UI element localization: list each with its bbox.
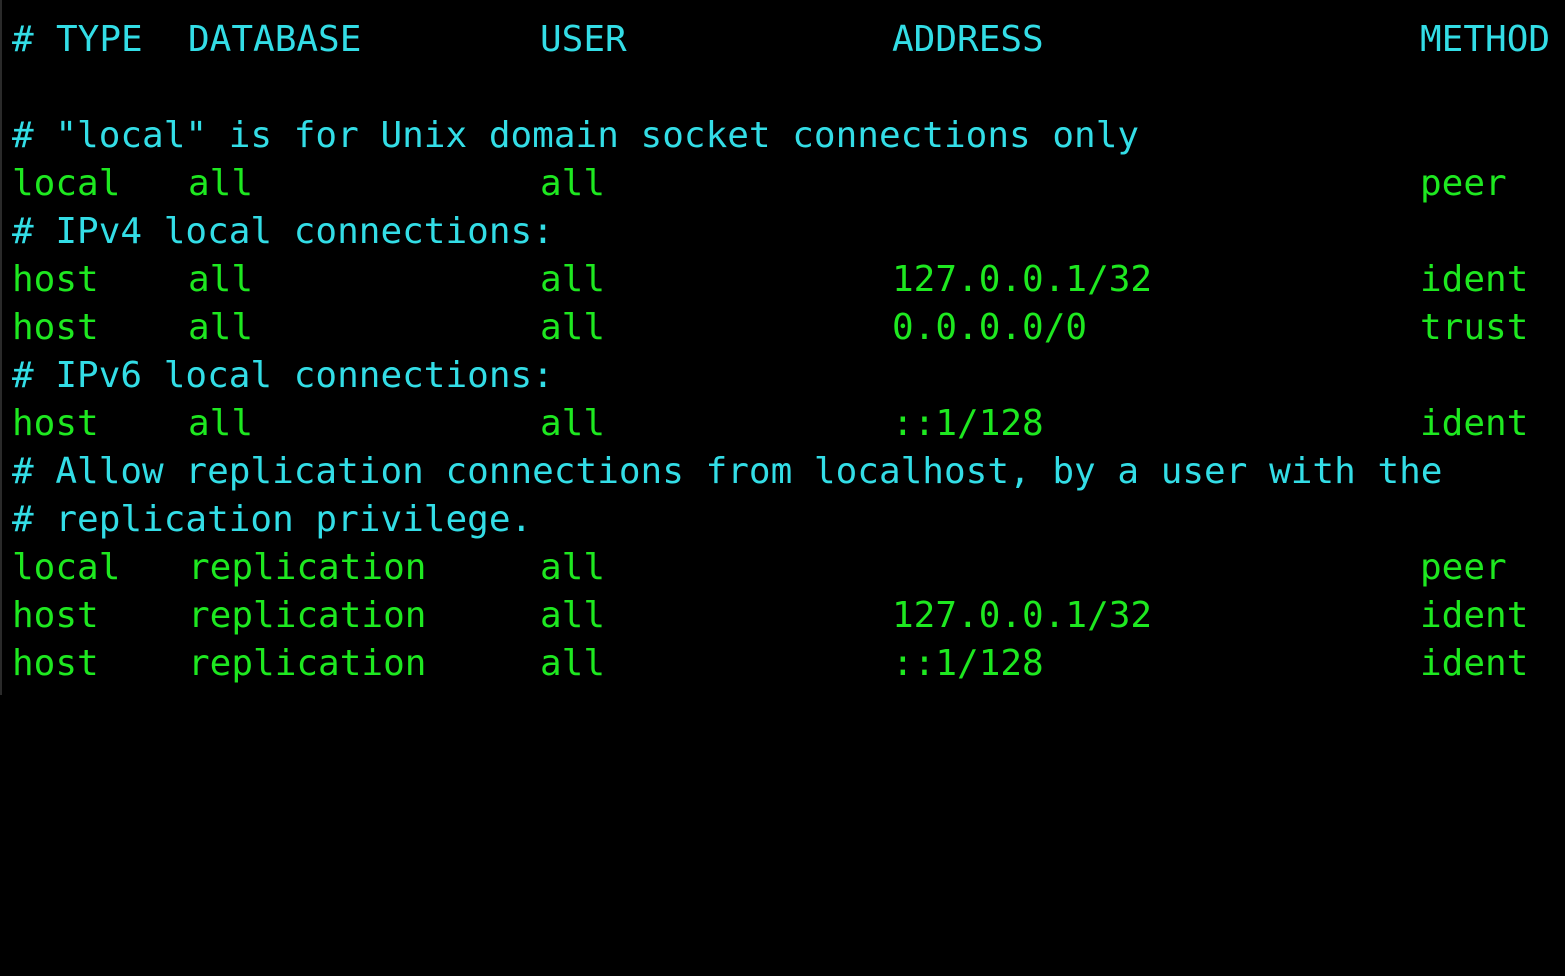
comment-ipv4: # IPv4 local connections:	[12, 211, 554, 252]
entry-database: all	[188, 259, 254, 300]
config-entry: local all all peer	[12, 160, 1562, 208]
header-address: ADDRESS	[892, 19, 1044, 60]
entry-database: replication	[188, 547, 427, 588]
entry-database: replication	[188, 643, 427, 684]
config-entry: host all all 127.0.0.1/32 ident	[12, 256, 1562, 304]
entry-type: local	[12, 163, 121, 204]
comment-replication-1: # Allow replication connections from loc…	[12, 451, 1443, 492]
entry-method: ident	[1420, 643, 1529, 684]
config-entry: host all all ::1/128 ident	[12, 400, 1562, 448]
entry-type: host	[12, 403, 99, 444]
entry-type: host	[12, 595, 99, 636]
terminal-window[interactable]: # TYPE DATABASE USER ADDRESS METHOD # "l…	[0, 0, 1565, 695]
entry-type: host	[12, 259, 99, 300]
header-database: DATABASE	[188, 19, 362, 60]
config-entry: local replication all peer	[12, 544, 1562, 592]
entry-database: all	[188, 307, 254, 348]
header-hash: #	[12, 19, 34, 60]
entry-address: ::1/128	[892, 643, 1044, 684]
config-entry: host replication all 127.0.0.1/32 ident	[12, 592, 1562, 640]
entry-database: all	[188, 163, 254, 204]
entry-address: 127.0.0.1/32	[892, 595, 1153, 636]
comment-ipv6: # IPv6 local connections:	[12, 355, 554, 396]
entry-user: all	[540, 259, 606, 300]
comment-local: # "local" is for Unix domain socket conn…	[12, 115, 1140, 156]
config-entry: host replication all ::1/128 ident	[12, 640, 1562, 688]
entry-address: ::1/128	[892, 403, 1044, 444]
entry-user: all	[540, 643, 606, 684]
header-type: TYPE	[56, 19, 143, 60]
entry-type: local	[12, 547, 121, 588]
header-method: METHOD	[1420, 19, 1551, 60]
entry-user: all	[540, 163, 606, 204]
entry-method: trust	[1420, 307, 1529, 348]
entry-method: ident	[1420, 259, 1529, 300]
entry-address: 127.0.0.1/32	[892, 259, 1153, 300]
entry-database: replication	[188, 595, 427, 636]
entry-user: all	[540, 547, 606, 588]
config-entry: host all all 0.0.0.0/0 trust	[12, 304, 1562, 352]
entry-address: 0.0.0.0/0	[892, 307, 1088, 348]
entry-method: peer	[1420, 163, 1507, 204]
entry-user: all	[540, 307, 606, 348]
entry-database: all	[188, 403, 254, 444]
header-user: USER	[540, 19, 627, 60]
entry-user: all	[540, 403, 606, 444]
entry-method: peer	[1420, 547, 1507, 588]
entry-method: ident	[1420, 403, 1529, 444]
entry-method: ident	[1420, 595, 1529, 636]
entry-user: all	[540, 595, 606, 636]
header-comment-line: # TYPE DATABASE USER ADDRESS METHOD	[12, 16, 1562, 64]
entry-type: host	[12, 643, 99, 684]
comment-replication-2: # replication privilege.	[12, 499, 533, 540]
entry-type: host	[12, 307, 99, 348]
